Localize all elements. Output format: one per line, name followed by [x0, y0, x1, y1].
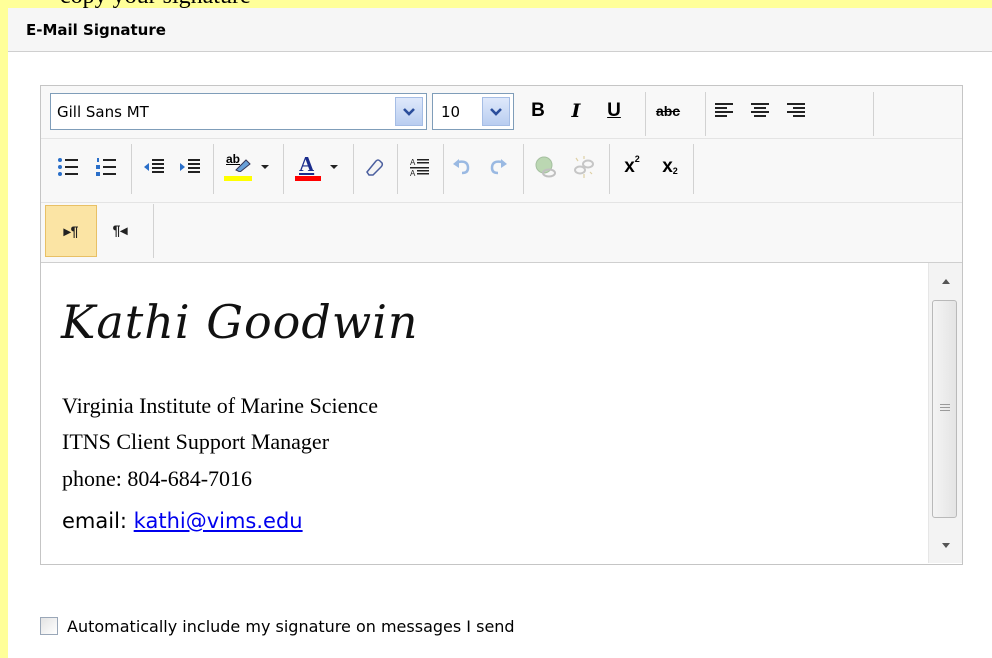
left-strip [0, 0, 8, 658]
scroll-down-button[interactable] [929, 531, 962, 559]
signature-line-phone: phone: 804-684-7016 [62, 466, 253, 491]
unlink-icon [574, 156, 594, 178]
font-color-icon: A [295, 152, 321, 182]
globe-link-icon [535, 156, 556, 178]
toolbar-separator [213, 144, 214, 194]
right-to-left-button[interactable]: ¶◂ [103, 213, 137, 247]
indent-button[interactable] [173, 150, 207, 184]
superscript-button[interactable]: x2 [615, 150, 649, 184]
eraser-icon [366, 159, 384, 176]
underline-button[interactable]: U [597, 94, 631, 128]
grip-line [940, 410, 950, 411]
subscript-exp: 2 [672, 166, 678, 176]
subscript-button[interactable]: x2 [653, 150, 687, 184]
chevron-down-icon [330, 165, 338, 169]
superscript-exp: 2 [634, 154, 640, 164]
align-left-button[interactable] [707, 94, 741, 128]
toolbar-separator [705, 92, 706, 136]
align-right-icon [787, 103, 805, 117]
toolbar-separator [609, 144, 610, 194]
top-strip: copy your signature [0, 0, 992, 9]
auto-include-checkbox[interactable] [40, 617, 58, 635]
toolbar-row-divider [41, 202, 962, 203]
editor-content-area[interactable]: Kathi Goodwin Virginia Institute of Mari… [41, 263, 927, 563]
numbered-list-button[interactable] [89, 150, 123, 184]
scrollbar-thumb[interactable] [932, 300, 957, 518]
chevron-up-icon [941, 278, 950, 284]
auto-include-label[interactable]: Automatically include my signature on me… [67, 617, 515, 636]
superscript-base: x [624, 156, 635, 177]
outdent-icon [144, 159, 164, 173]
svg-text:A: A [410, 169, 416, 178]
scroll-up-button[interactable] [929, 267, 962, 295]
vertical-scrollbar[interactable] [928, 263, 962, 563]
bulleted-list-icon [58, 158, 78, 176]
chevron-down-icon[interactable] [395, 97, 423, 126]
numbered-list-icon [96, 158, 116, 176]
redo-button[interactable] [481, 150, 515, 184]
grip-line [940, 404, 950, 405]
chevron-down-icon [261, 165, 269, 169]
font-family-value: Gill Sans MT [57, 103, 149, 121]
toolbar-separator [353, 144, 354, 194]
paragraph-format-icon: A A [410, 158, 429, 178]
align-center-button[interactable] [743, 94, 777, 128]
toolbar-separator [693, 144, 694, 194]
signature-line-email: email: kathi@vims.edu [62, 509, 303, 533]
font-family-select[interactable]: Gill Sans MT [50, 93, 427, 130]
align-left-icon [715, 103, 733, 117]
redo-icon [490, 159, 507, 175]
undo-button[interactable] [445, 150, 479, 184]
toolbar-separator [283, 144, 284, 194]
chevron-down-icon[interactable] [482, 97, 510, 126]
auto-include-option[interactable]: Automatically include my signature on me… [40, 614, 515, 638]
toolbar-separator [131, 144, 132, 194]
signature-line-organization: Virginia Institute of Marine Science [62, 393, 378, 418]
font-color-letter: A [299, 152, 315, 176]
toolbar-separator [873, 92, 874, 136]
email-label: email: [62, 509, 134, 533]
svg-text:A: A [410, 158, 416, 167]
subscript-base: x [662, 156, 673, 177]
font-size-value: 10 [441, 103, 461, 121]
section-title: E-Mail Signature [26, 21, 166, 39]
strikethrough-button[interactable]: abc [651, 94, 685, 128]
left-to-right-button[interactable]: ▸¶ [45, 205, 97, 257]
indent-icon [180, 159, 200, 173]
outdent-button[interactable] [137, 150, 171, 184]
insert-link-button[interactable] [529, 150, 563, 184]
font-size-select[interactable]: 10 [432, 93, 514, 130]
align-center-icon [751, 103, 769, 117]
toolbar-separator [443, 144, 444, 194]
signature-editor: Gill Sans MT 10 B I U abc ab A A A x 2 x… [40, 85, 963, 565]
email-link[interactable]: kathi@vims.edu [134, 509, 303, 533]
bulleted-list-button[interactable] [51, 150, 85, 184]
undo-icon [453, 159, 470, 175]
signature-line-title: ITNS Client Support Manager [62, 429, 330, 454]
chevron-down-icon [941, 542, 950, 548]
toolbar-separator [153, 204, 154, 258]
editor-toolbar: Gill Sans MT 10 B I U abc ab A A A x 2 x… [41, 86, 962, 263]
remove-link-button[interactable] [567, 150, 601, 184]
toolbar-separator [645, 92, 646, 136]
signature-name: Kathi Goodwin [61, 295, 419, 349]
grip-line [940, 407, 950, 408]
align-right-button[interactable] [779, 94, 813, 128]
toolbar-separator [397, 144, 398, 194]
section-header: E-Mail Signature [8, 8, 992, 52]
paragraph-format-button[interactable]: A A [403, 150, 437, 184]
highlight-color-button[interactable]: ab [217, 150, 277, 184]
toolbar-row-divider [41, 138, 962, 139]
italic-button[interactable]: I [559, 94, 593, 128]
highlighter-icon: ab [224, 152, 252, 182]
clear-formatting-button[interactable] [357, 150, 391, 184]
toolbar-separator [523, 144, 524, 194]
bold-button[interactable]: B [521, 94, 555, 128]
font-color-button[interactable]: A [287, 150, 347, 184]
